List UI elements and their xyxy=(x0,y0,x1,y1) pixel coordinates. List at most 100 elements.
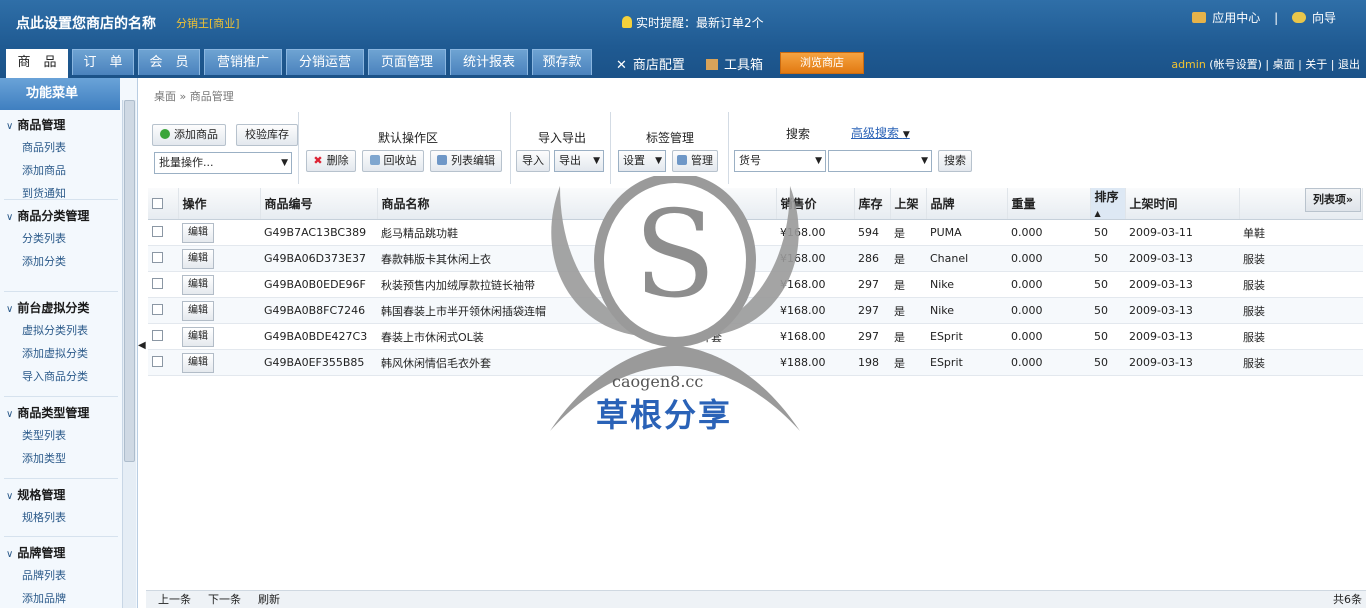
tab-marketing[interactable]: 营销推广 xyxy=(204,49,282,75)
table-cell: G49BA0BDE427C3 xyxy=(260,323,377,350)
sidebar-group: 商品类型管理类型列表添加类型 xyxy=(0,404,120,470)
sidebar-item[interactable]: 添加类型 xyxy=(0,447,120,470)
sidebar-item[interactable]: 到货通知 xyxy=(0,182,120,205)
row-actions-cell: 编辑 xyxy=(178,297,260,324)
table-cell: G49BA0B0EDE96F xyxy=(260,271,377,298)
sidebar-item[interactable]: 分类列表 xyxy=(0,227,120,250)
row-checkbox[interactable] xyxy=(152,330,163,341)
column-header[interactable]: 上架时间 xyxy=(1125,188,1240,220)
batch-ops-select[interactable]: 批量操作... xyxy=(154,152,292,174)
tab-distribution[interactable]: 分销运营 xyxy=(286,49,364,75)
tab-reports[interactable]: 统计报表 xyxy=(450,49,528,75)
sidebar-group-title[interactable]: 前台虚拟分类 xyxy=(0,299,120,319)
sidebar-item[interactable]: 类型列表 xyxy=(0,424,120,447)
sidebar-item[interactable]: 导入商品分类 xyxy=(0,365,120,388)
edit-button[interactable]: 编辑 xyxy=(182,352,214,373)
row-actions-cell: 编辑 xyxy=(178,323,260,350)
sidebar-scrollbar[interactable] xyxy=(122,100,136,608)
divider xyxy=(728,112,729,184)
sidebar-item[interactable]: 添加商品 xyxy=(0,159,120,182)
row-actions-cell: 编辑 xyxy=(178,245,260,272)
delete-button[interactable]: ✖ 删除 xyxy=(306,150,356,172)
sidebar-group-title[interactable]: 品牌管理 xyxy=(0,544,120,564)
sidebar-group-title[interactable]: 商品类型管理 xyxy=(0,404,120,424)
top-links: 应用中心 | 向导 xyxy=(1192,9,1336,26)
collapse-sidebar-arrow[interactable]: ◀ xyxy=(138,340,146,351)
table-cell: 50 xyxy=(1090,271,1125,298)
app-center-link[interactable]: 应用中心 xyxy=(1212,11,1260,25)
table-cell: 0.000 xyxy=(1007,349,1090,376)
sidebar-divider xyxy=(4,291,118,292)
column-header[interactable]: 品牌 xyxy=(926,188,1008,220)
row-checkbox[interactable] xyxy=(152,278,163,289)
table-cell: 50 xyxy=(1090,323,1125,350)
row-checkbox[interactable] xyxy=(152,304,163,315)
tab-members[interactable]: 会 员 xyxy=(138,49,200,75)
prev-button[interactable]: 上一条 xyxy=(158,591,191,608)
refresh-button[interactable]: 刷新 xyxy=(258,591,280,608)
tab-orders[interactable]: 订 单 xyxy=(72,49,134,75)
row-checkbox-cell xyxy=(148,271,178,298)
row-checkbox[interactable] xyxy=(152,252,163,263)
guide-link[interactable]: 向导 xyxy=(1312,11,1336,25)
edit-button[interactable]: 编辑 xyxy=(182,274,214,295)
add-goods-button[interactable]: 添加商品 xyxy=(152,124,226,146)
edit-button[interactable]: 编辑 xyxy=(182,300,214,321)
notice-area[interactable]: 实时提醒：最新订单2个 xyxy=(622,14,764,31)
browse-store-button[interactable]: 浏览商店 xyxy=(780,52,864,74)
tag-settings-select[interactable]: 设置 xyxy=(618,150,666,172)
account-settings-link[interactable]: (帐号设置) xyxy=(1209,58,1262,71)
edit-button[interactable]: 编辑 xyxy=(182,326,214,347)
column-header[interactable]: 重量 xyxy=(1007,188,1091,220)
sidebar-item[interactable]: 添加虚拟分类 xyxy=(0,342,120,365)
plus-icon xyxy=(160,129,170,139)
import-button[interactable]: 导入 xyxy=(516,150,550,172)
list-edit-button[interactable]: 列表编辑 xyxy=(430,150,502,172)
import-export-label: 导入导出 xyxy=(538,131,587,145)
row-checkbox[interactable] xyxy=(152,356,163,367)
sidebar-item[interactable]: 添加品牌 xyxy=(0,587,120,610)
tab-deposit[interactable]: 预存款 xyxy=(532,49,592,75)
sidebar-group-title[interactable]: 规格管理 xyxy=(0,486,120,506)
column-header[interactable]: 操作 xyxy=(178,188,261,220)
table-cell: ESprit xyxy=(926,323,1007,350)
tab-goods[interactable]: 商 品 xyxy=(6,49,68,78)
sidebar-item[interactable]: 商品列表 xyxy=(0,136,120,159)
row-checkbox[interactable] xyxy=(152,226,163,237)
sidebar-item[interactable]: 虚拟分类列表 xyxy=(0,319,120,342)
column-header[interactable]: 商品编号 xyxy=(260,188,378,220)
total-count: 共6条 xyxy=(1333,593,1362,606)
table-cell: ESprit xyxy=(926,349,1007,376)
column-header[interactable]: 上架 xyxy=(890,188,927,220)
row-actions-cell: 编辑 xyxy=(178,271,260,298)
column-options-button[interactable]: 列表项» xyxy=(1305,188,1361,212)
column-header[interactable]: 排序 ▲ xyxy=(1090,188,1126,220)
column-header[interactable]: 库存 xyxy=(854,188,891,220)
advanced-search-link[interactable]: 高级搜索 ▼ xyxy=(851,124,910,141)
recycle-bin-button[interactable]: 回收站 xyxy=(362,150,424,172)
select-all-checkbox[interactable] xyxy=(152,197,163,209)
tab-pages[interactable]: 页面管理 xyxy=(368,49,446,75)
store-config-link[interactable]: ✕ 商店配置 xyxy=(616,54,685,73)
toolbox-link[interactable]: 工具箱 xyxy=(706,54,763,73)
sidebar-item[interactable]: 添加分类 xyxy=(0,250,120,273)
admin-username[interactable]: admin xyxy=(1171,58,1205,71)
breadcrumb-home[interactable]: 桌面 xyxy=(154,90,176,103)
check-stock-button[interactable]: 校验库存 xyxy=(236,124,298,146)
sidebar-group-title[interactable]: 商品分类管理 xyxy=(0,207,120,227)
notice-text[interactable]: 实时提醒：最新订单2个 xyxy=(636,16,764,30)
search-button[interactable]: 搜索 xyxy=(938,150,972,172)
sidebar-item[interactable]: 规格列表 xyxy=(0,506,120,529)
tag-manage-button[interactable]: 管理 xyxy=(672,150,718,172)
sidebar-group-title[interactable]: 商品管理 xyxy=(0,116,120,136)
export-select[interactable]: 导出 xyxy=(554,150,604,172)
store-name-link[interactable]: 点此设置您商店的名称 xyxy=(16,13,156,33)
scrollbar-thumb[interactable] xyxy=(124,100,135,462)
sidebar-item[interactable]: 品牌列表 xyxy=(0,564,120,587)
admin-links[interactable]: | 桌面 | 关于 | 退出 xyxy=(1265,58,1360,71)
search-input[interactable] xyxy=(828,150,932,172)
edit-button[interactable]: 编辑 xyxy=(182,222,214,243)
edit-button[interactable]: 编辑 xyxy=(182,248,214,269)
search-field-select[interactable]: 货号 xyxy=(734,150,826,172)
next-button[interactable]: 下一条 xyxy=(208,591,241,608)
